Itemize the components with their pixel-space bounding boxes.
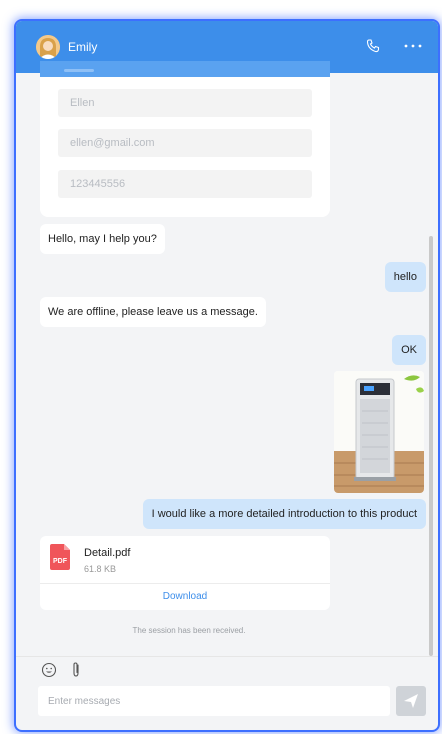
session-notice: The session has been received. <box>132 626 246 635</box>
message-bubble-incoming: Hello, may I help you? <box>40 224 165 254</box>
contact-form-card: Ellen ellen@gmail.com 123445556 <box>40 61 330 217</box>
message-bubble-outgoing: OK <box>392 335 426 365</box>
message-bubble-outgoing: hello <box>384 262 426 292</box>
email-field[interactable]: ellen@gmail.com <box>58 129 312 157</box>
emoji-icon[interactable] <box>41 662 57 678</box>
file-name: Detail.pdf <box>84 547 131 559</box>
avatar <box>36 35 60 59</box>
phone-icon[interactable] <box>366 39 380 53</box>
attach-icon[interactable] <box>69 661 83 679</box>
form-card-header <box>40 61 330 77</box>
scrollbar[interactable] <box>429 236 433 656</box>
product-image[interactable] <box>334 371 424 493</box>
svg-text:PDF: PDF <box>53 558 68 565</box>
phone-field[interactable]: 123445556 <box>58 170 312 198</box>
more-icon[interactable] <box>402 38 424 54</box>
file-size: 61.8 KB <box>84 564 117 574</box>
name-field[interactable]: Ellen <box>58 89 312 117</box>
send-button[interactable] <box>396 686 426 716</box>
download-link[interactable]: Download <box>40 584 330 610</box>
pdf-icon: PDF <box>50 544 70 570</box>
chat-window: Emily Ellen ellen@gmail.com 123445556 He… <box>16 21 438 730</box>
send-icon <box>404 694 418 708</box>
message-bubble-outgoing: I would like a more detailed introductio… <box>142 499 426 529</box>
contact-name: Emily <box>68 40 98 54</box>
file-attachment-card: PDF Detail.pdf 61.8 KB Download <box>40 536 330 610</box>
message-input[interactable] <box>38 686 390 716</box>
message-bubble-incoming: We are offline, please leave us a messag… <box>40 297 266 327</box>
